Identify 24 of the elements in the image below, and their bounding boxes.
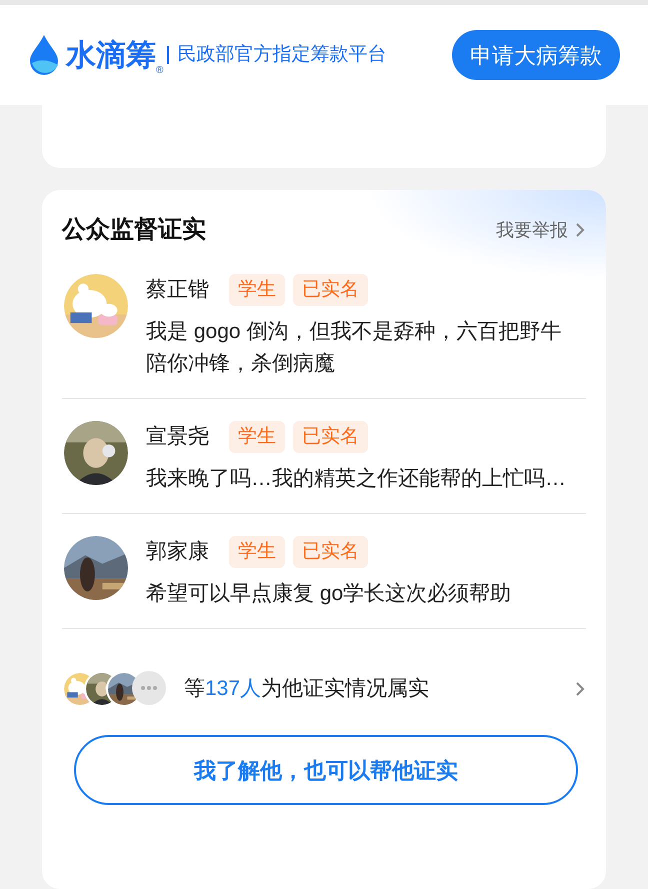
verification-summary: 等137人为他证实情况属实 [184,676,430,702]
comment-text: 我是 gogo 倒沟，但我不是孬种，六百把野牛陪你冲锋，杀倒病魔 [146,319,562,377]
user-tag: 学生 [229,536,285,568]
user-tag: 学生 [229,420,285,454]
user-name: 郭家康 [146,539,209,566]
user-tag: 已实名 [293,536,368,568]
water-drop-icon [28,35,60,75]
user-name: 宣景尧 [146,424,209,450]
user-tag: 已实名 [293,420,368,454]
comment-text: 希望可以早点康复 go学长这次必须帮助 [146,581,512,607]
verify-button[interactable]: 我了解他，也可以帮他证实 [74,735,578,805]
section-title: 公众监督证实 [62,215,206,245]
user-name: 蔡正锴 [146,277,209,304]
slogan: 民政部官方指定筹款平台 [177,42,386,67]
chevron-right-icon [574,222,586,238]
user-tag: 学生 [229,274,285,306]
apply-button[interactable]: 申请大病筹款 [452,30,620,80]
comment-text: 我来晚了吗…我的精英之作还能帮的上忙吗… [146,466,567,492]
report-link[interactable]: 我要举报 [496,216,586,244]
more-icon [132,671,166,705]
user-tag: 已实名 [293,274,368,306]
registered-mark: ® [156,64,164,78]
brand-name: 水滴筹 [66,38,156,74]
chevron-right-icon[interactable] [574,680,586,698]
